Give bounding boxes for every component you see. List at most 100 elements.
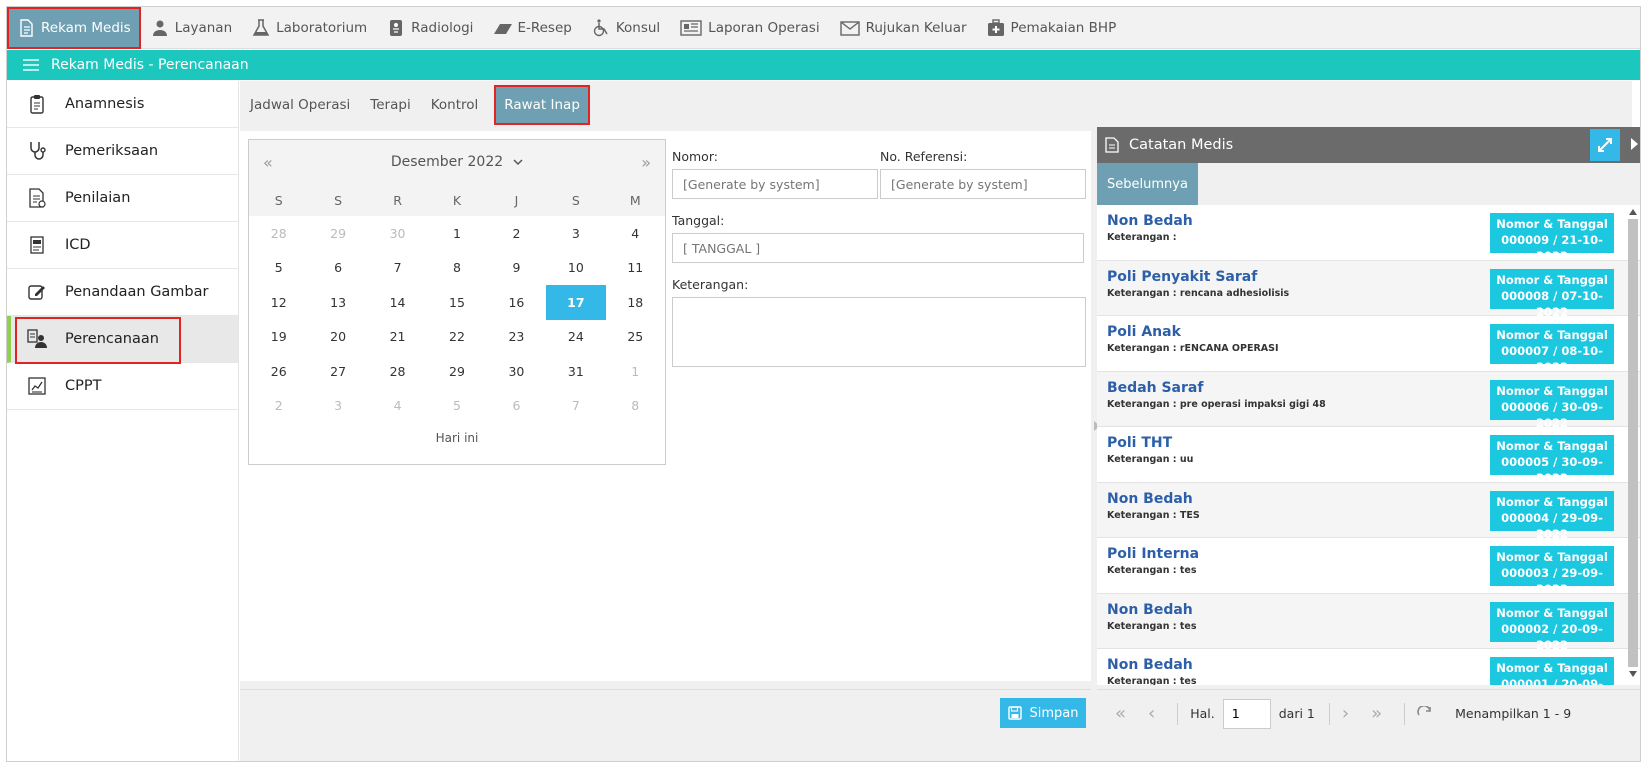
calendar-day[interactable]: 7 bbox=[546, 389, 605, 424]
calendar-day[interactable]: 12 bbox=[249, 285, 308, 320]
menu-laporan-operasi[interactable]: Laporan Operasi bbox=[670, 7, 829, 49]
calendar-day[interactable]: 20 bbox=[308, 320, 367, 355]
calendar-day[interactable]: 3 bbox=[546, 216, 605, 251]
calendar-day[interactable]: 8 bbox=[606, 389, 665, 424]
expand-button[interactable] bbox=[1590, 129, 1620, 161]
sidebar-item-cppt[interactable]: CPPT bbox=[7, 363, 238, 410]
nomor-field[interactable] bbox=[672, 169, 878, 199]
calendar-day[interactable]: 27 bbox=[308, 354, 367, 389]
menu-rekam-medis[interactable]: Rekam Medis bbox=[7, 7, 141, 49]
list-item[interactable]: Non Bedah Keterangan : Nomor & Tanggal 0000… bbox=[1097, 205, 1640, 263]
calendar-day[interactable]: 19 bbox=[249, 320, 308, 355]
record-title[interactable]: Non Bedah bbox=[1107, 213, 1193, 229]
calendar-day[interactable]: 15 bbox=[427, 285, 486, 320]
calendar-day[interactable]: 9 bbox=[487, 251, 546, 286]
first-page-icon[interactable]: « bbox=[1115, 703, 1126, 724]
calendar-day[interactable]: 14 bbox=[368, 285, 427, 320]
calendar-day[interactable]: 5 bbox=[427, 389, 486, 424]
month-year-selector[interactable]: Desember 2022 bbox=[391, 154, 523, 170]
prev-month-button[interactable]: « bbox=[263, 153, 273, 172]
record-title[interactable]: Non Bedah bbox=[1107, 657, 1193, 673]
list-item[interactable]: Poli Interna Keterangan : tes Nomor & Tang… bbox=[1097, 538, 1640, 596]
list-item[interactable]: Non Bedah Keterangan : tes Nomor & Tanggal… bbox=[1097, 593, 1640, 652]
calendar-day[interactable]: 2 bbox=[249, 389, 308, 424]
record-title[interactable]: Non Bedah bbox=[1107, 491, 1193, 507]
menu-pemakaian-bhp[interactable]: Pemakaian BHP bbox=[977, 7, 1127, 49]
tab-kontrol[interactable]: Kontrol bbox=[421, 85, 489, 125]
scroll-down-icon[interactable] bbox=[1629, 671, 1637, 677]
calendar-day[interactable]: 3 bbox=[308, 389, 367, 424]
calendar-day[interactable]: 4 bbox=[368, 389, 427, 424]
list-item[interactable]: Poli Penyakit Saraf Keterangan : rencana … bbox=[1097, 260, 1640, 319]
sidebar-item-penilaian[interactable]: Penilaian bbox=[7, 175, 238, 222]
record-title[interactable]: Non Bedah bbox=[1107, 602, 1193, 618]
last-page-icon[interactable]: » bbox=[1371, 703, 1382, 724]
calendar-day[interactable]: 8 bbox=[427, 251, 486, 286]
sidebar-item-pemeriksaan[interactable]: Pemeriksaan bbox=[7, 128, 238, 175]
sidebar-item-anamnesis[interactable]: Anamnesis bbox=[7, 81, 238, 128]
calendar-day[interactable]: 10 bbox=[546, 251, 605, 286]
record-title[interactable]: Bedah Saraf bbox=[1107, 380, 1203, 396]
calendar-day[interactable]: 22 bbox=[427, 320, 486, 355]
calendar-day[interactable]: 16 bbox=[487, 285, 546, 320]
hamburger-icon[interactable] bbox=[23, 59, 39, 71]
scrollbar[interactable] bbox=[1628, 209, 1638, 679]
list-item[interactable]: Bedah Saraf Keterangan : pre operasi impa… bbox=[1097, 371, 1640, 430]
tab-terapi[interactable]: Terapi bbox=[360, 85, 420, 125]
calendar-day[interactable]: 28 bbox=[249, 216, 308, 251]
keterangan-field[interactable] bbox=[672, 297, 1086, 367]
record-title[interactable]: Poli THT bbox=[1107, 435, 1172, 451]
page-number-input[interactable] bbox=[1222, 698, 1271, 729]
record-title[interactable]: Poli Penyakit Saraf bbox=[1107, 269, 1257, 285]
calendar-day[interactable]: 7 bbox=[368, 251, 427, 286]
list-item[interactable]: Poli THT Keterangan : uu Nomor & Tanggal 00… bbox=[1097, 427, 1640, 485]
calendar-day-selected[interactable]: 17 bbox=[546, 285, 606, 320]
refresh-icon[interactable] bbox=[1417, 705, 1433, 722]
calendar-day[interactable]: 25 bbox=[606, 320, 665, 355]
tab-rawat-inap[interactable]: Rawat Inap bbox=[494, 85, 590, 125]
calendar-day[interactable]: 23 bbox=[487, 320, 546, 355]
calendar-day[interactable]: 13 bbox=[308, 285, 367, 320]
sidebar-item-icd[interactable]: ICD bbox=[7, 222, 238, 269]
calendar-day[interactable]: 2 bbox=[487, 216, 546, 251]
calendar-day[interactable]: 24 bbox=[546, 320, 605, 355]
calendar-day[interactable]: 5 bbox=[249, 251, 308, 286]
calendar-day[interactable]: 30 bbox=[487, 354, 546, 389]
calendar-day[interactable]: 29 bbox=[308, 216, 367, 251]
save-button[interactable]: Simpan bbox=[1000, 698, 1086, 728]
menu-konsul[interactable]: Konsul bbox=[582, 7, 670, 49]
menu-layanan[interactable]: Layanan bbox=[141, 7, 242, 49]
calendar-day[interactable]: 26 bbox=[249, 354, 308, 389]
calendar-day[interactable]: 18 bbox=[606, 285, 665, 320]
calendar-day[interactable]: 30 bbox=[368, 216, 427, 251]
tab-sebelumnya[interactable]: Sebelumnya bbox=[1097, 163, 1198, 205]
calendar-day[interactable]: 1 bbox=[606, 354, 665, 389]
collapse-panel-icon[interactable] bbox=[1631, 138, 1638, 150]
scroll-up-icon[interactable] bbox=[1629, 209, 1637, 215]
list-item[interactable]: Poli Anak Keterangan : rENCANA OPERASI Nom… bbox=[1097, 316, 1640, 374]
calendar-day[interactable]: 21 bbox=[368, 320, 427, 355]
scroll-thumb[interactable] bbox=[1628, 219, 1638, 667]
next-page-icon[interactable]: › bbox=[1342, 703, 1349, 724]
menu-radiologi[interactable]: Radiologi bbox=[377, 7, 483, 49]
tab-jadwal-operasi[interactable]: Jadwal Operasi bbox=[240, 85, 360, 125]
menu-laboratorium[interactable]: Laboratorium bbox=[242, 7, 377, 49]
referensi-field[interactable] bbox=[880, 169, 1086, 199]
calendar-day[interactable]: 11 bbox=[606, 251, 665, 286]
calendar-day[interactable]: 31 bbox=[546, 354, 605, 389]
sidebar-item-penandaan-gambar[interactable]: Penandaan Gambar bbox=[7, 269, 238, 316]
calendar-day[interactable]: 28 bbox=[368, 354, 427, 389]
calendar-day[interactable]: 6 bbox=[487, 389, 546, 424]
record-title[interactable]: Poli Anak bbox=[1107, 324, 1181, 340]
calendar-day[interactable]: 1 bbox=[427, 216, 486, 251]
record-title[interactable]: Poli Interna bbox=[1107, 546, 1199, 562]
next-month-button[interactable]: » bbox=[641, 153, 651, 172]
calendar-day[interactable]: 29 bbox=[427, 354, 486, 389]
sidebar-item-perencanaan[interactable]: Perencanaan bbox=[7, 316, 238, 364]
today-button[interactable]: Hari ini bbox=[249, 431, 665, 445]
list-item[interactable]: Non Bedah Keterangan : tes Nomor & Tanggal… bbox=[1097, 649, 1640, 685]
calendar-day[interactable]: 6 bbox=[308, 251, 367, 286]
menu-rujukan-keluar[interactable]: Rujukan Keluar bbox=[830, 7, 977, 49]
calendar-day[interactable]: 4 bbox=[606, 216, 665, 251]
menu-e-resep[interactable]: E-Resep bbox=[483, 7, 581, 49]
